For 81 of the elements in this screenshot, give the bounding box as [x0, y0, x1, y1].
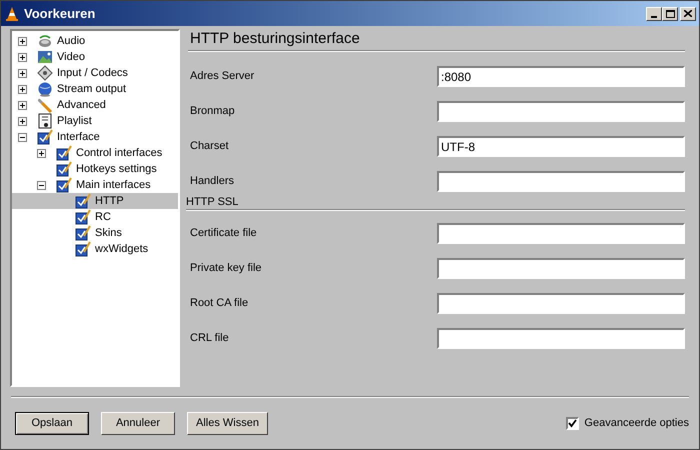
tree-label: Hotkeys settings — [76, 162, 157, 177]
tree-label: Advanced — [57, 98, 106, 113]
close-button[interactable] — [680, 6, 696, 20]
tree-item[interactable]: Hotkeys settings — [12, 161, 178, 177]
text-field[interactable] — [437, 223, 685, 244]
maximize-button[interactable] — [662, 6, 678, 20]
tree-label: Video — [57, 50, 85, 65]
field-label: Private key file — [189, 261, 263, 276]
collapse-toggle[interactable] — [37, 180, 46, 190]
wrench-icon — [37, 97, 53, 113]
tree-label: Audio — [57, 34, 86, 49]
close-icon — [684, 10, 692, 17]
tree-item[interactable]: Control interfaces — [12, 145, 178, 161]
checked-pencil-icon — [75, 209, 91, 225]
tree-item[interactable]: RC — [12, 209, 178, 225]
text-field[interactable] — [437, 293, 685, 314]
tree-item[interactable]: Main interfaces — [12, 177, 178, 193]
dialog-button[interactable]: Annuleer — [101, 412, 175, 434]
dialog-button[interactable]: Alles Wissen — [187, 412, 268, 434]
picture-icon — [37, 49, 53, 65]
text-field[interactable] — [437, 101, 685, 122]
checked-pencil-icon — [75, 241, 91, 257]
window-title: Voorkeuren — [24, 4, 96, 23]
tree-label: Input / Codecs — [57, 66, 128, 81]
expand-toggle[interactable] — [18, 116, 27, 126]
text-field[interactable]: :8080 — [437, 66, 685, 87]
text-field[interactable] — [437, 171, 685, 192]
expand-toggle[interactable] — [18, 84, 27, 94]
traffic-cone-icon — [4, 6, 20, 22]
field-label: Bronmap — [189, 104, 236, 120]
tree-item[interactable]: wxWidgets — [12, 241, 178, 257]
expand-toggle[interactable] — [18, 100, 27, 110]
field-label: Adres Server — [189, 69, 256, 84]
tree-item[interactable]: Audio — [12, 33, 178, 49]
checked-pencil-icon — [75, 193, 91, 209]
tree-item[interactable]: Input / Codecs — [12, 65, 178, 81]
tree-label: Control interfaces — [76, 146, 162, 161]
section-heading: HTTP SSL — [186, 195, 240, 209]
tree-label: Skins — [95, 226, 122, 241]
field-label: Certificate file — [189, 226, 258, 242]
collapse-toggle[interactable] — [18, 132, 27, 142]
tree-item[interactable]: Video — [12, 49, 178, 65]
globe-icon — [37, 81, 53, 97]
text-field[interactable]: UTF-8 — [437, 136, 685, 157]
minimize-button[interactable] — [646, 6, 662, 20]
checked-pencil-icon — [75, 225, 91, 241]
dialog-button[interactable]: Opslaan — [15, 412, 89, 434]
document-icon — [37, 113, 53, 129]
tree-label: RC — [95, 210, 111, 225]
text-field[interactable] — [437, 258, 685, 279]
checkbox[interactable] — [566, 416, 580, 430]
text-field[interactable] — [437, 328, 685, 349]
expand-toggle[interactable] — [18, 68, 27, 78]
field-label: Handlers — [189, 174, 236, 190]
tree-label: Interface — [57, 130, 100, 145]
tree-label: wxWidgets — [95, 242, 148, 257]
tree-label: Playlist — [57, 114, 92, 129]
tree-item[interactable]: Playlist — [12, 113, 178, 129]
checkbox-label: Geavanceerde opties — [584, 416, 689, 431]
tree-label: Main interfaces — [76, 178, 151, 193]
checked-pencil-icon — [56, 177, 72, 193]
minimize-icon — [651, 16, 657, 18]
tree-item[interactable]: Skins — [12, 225, 178, 241]
expand-toggle[interactable] — [37, 148, 46, 158]
checked-pencil-icon — [37, 129, 53, 145]
maximize-icon — [666, 10, 674, 18]
tree-item[interactable]: Stream output — [12, 81, 178, 97]
checked-pencil-icon — [56, 145, 72, 161]
field-label: Charset — [189, 139, 230, 154]
expand-toggle[interactable] — [18, 52, 27, 62]
tree-item[interactable]: Advanced — [12, 97, 178, 113]
expand-toggle[interactable] — [18, 36, 27, 46]
tree-item[interactable]: HTTP — [12, 193, 178, 209]
field-label: Root CA file — [189, 296, 250, 312]
tree-label: HTTP — [95, 194, 124, 209]
checked-pencil-icon — [56, 161, 72, 177]
field-label: CRL file — [189, 331, 230, 346]
tree-label: Stream output — [57, 82, 126, 97]
speaker-icon — [37, 33, 53, 49]
panel-title: HTTP besturingsinterface — [189, 29, 361, 49]
tree-item[interactable]: Interface — [12, 129, 178, 145]
